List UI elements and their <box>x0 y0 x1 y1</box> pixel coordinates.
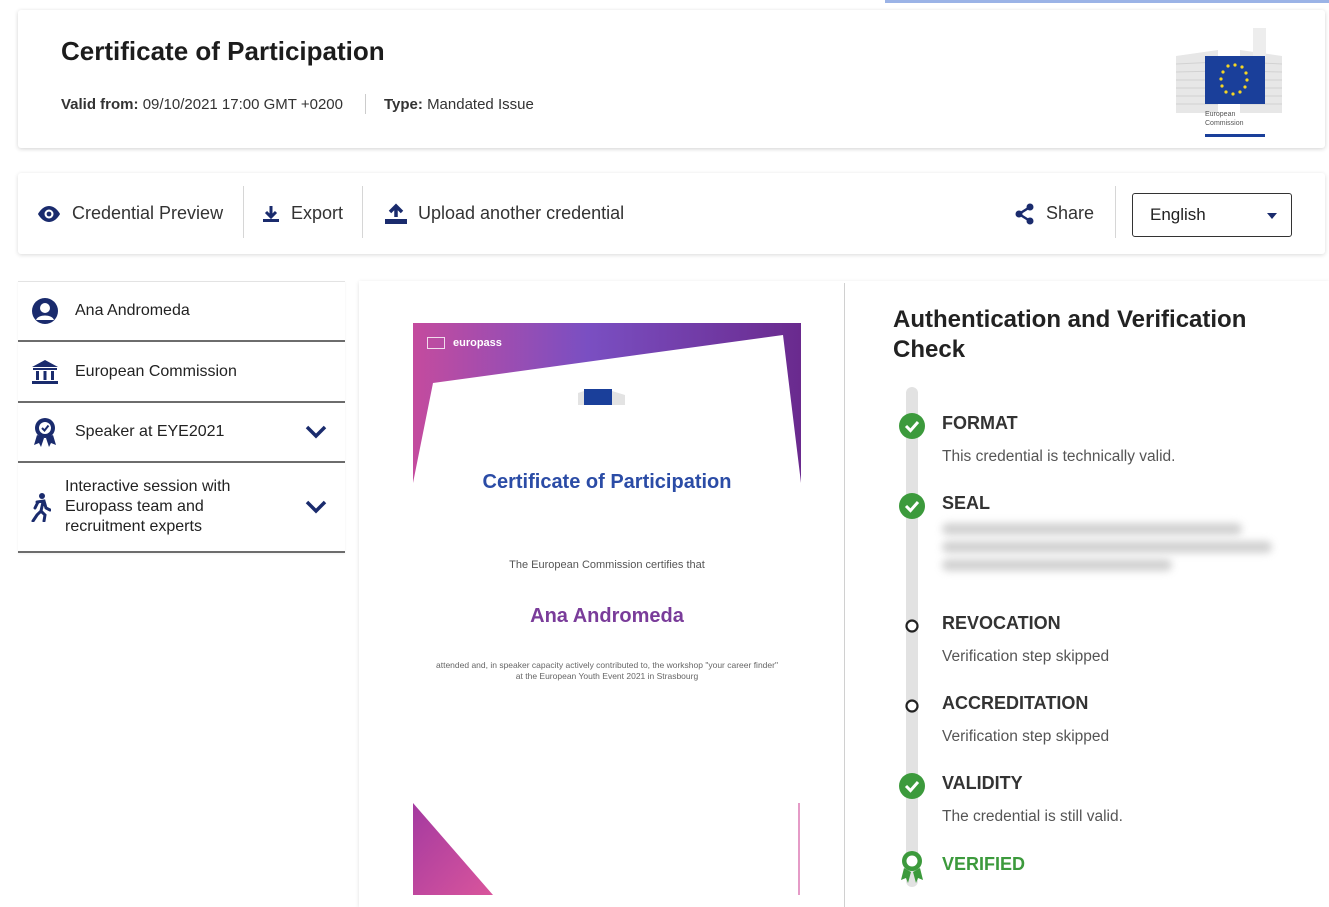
panel-divider <box>844 283 845 907</box>
export-label: Export <box>291 203 344 223</box>
share-icon <box>1015 203 1034 224</box>
certificate-preview: europass Certificate of Participation Th… <box>413 323 801 895</box>
check-circle-icon <box>895 771 929 801</box>
credential-sidebar: Ana Andromeda European Commission Speake… <box>18 281 345 553</box>
language-value: English <box>1150 205 1206 224</box>
sidebar-item-activity[interactable]: Interactive session with Europass team a… <box>18 463 345 553</box>
redacted-description <box>942 523 1277 577</box>
european-commission-logo: European Commission <box>1175 28 1283 137</box>
step-name: VALIDITY <box>942 773 1023 793</box>
step-name: VERIFIED <box>942 854 1026 874</box>
sidebar-item-owner[interactable]: Ana Andromeda <box>18 281 345 342</box>
meta-divider <box>364 94 366 114</box>
step-name: SEAL <box>942 493 991 513</box>
credential-meta: Valid from: 09/10/2021 17:00 GMT +0200 T… <box>61 94 534 114</box>
page-title: Certificate of Participation <box>61 36 385 66</box>
chevron-down-icon[interactable] <box>305 425 327 439</box>
sidebar-item-achievement[interactable]: Speaker at EYE2021 <box>18 403 345 463</box>
toolbar-divider <box>362 186 363 238</box>
logo-text-line-1: European <box>1205 111 1235 118</box>
toolbar: Credential Preview Export Upload another… <box>18 173 1325 254</box>
certificate-intro: The European Commission certifies that <box>509 559 705 571</box>
activity-icon <box>29 492 53 522</box>
eye-icon <box>38 205 60 222</box>
type-label: Type: <box>383 95 423 113</box>
credential-header: Certificate of Participation Valid from:… <box>18 10 1325 148</box>
check-circle-icon <box>895 411 929 441</box>
sidebar-item-label: Interactive session with Europass team a… <box>65 478 231 535</box>
verification-title: Authentication and Verification Check <box>893 306 1247 363</box>
europass-logo-icon <box>427 337 445 349</box>
person-icon <box>29 297 61 325</box>
type-value: Mandated Issue <box>427 95 534 113</box>
valid-from-label: Valid from: <box>61 95 139 113</box>
upload-icon <box>385 203 407 224</box>
award-icon <box>29 417 61 447</box>
certificate-title: Certificate of Participation <box>482 471 732 493</box>
step-description: Verification step skipped <box>942 648 1110 665</box>
sidebar-item-label: Speaker at EYE2021 <box>75 423 225 440</box>
top-accent-bar <box>885 0 1329 3</box>
upload-credential-button[interactable]: Upload another credential <box>384 173 624 254</box>
certificate-holder-name: Ana Andromeda <box>530 605 684 627</box>
step-description: This credential is technically valid. <box>942 448 1176 465</box>
institution-icon <box>29 359 61 385</box>
export-button[interactable]: Export <box>261 173 343 254</box>
open-circle-icon <box>895 611 929 641</box>
step-description: Verification step skipped <box>942 728 1110 745</box>
credential-preview-label: Credential Preview <box>72 203 224 223</box>
share-button[interactable]: Share <box>1014 173 1094 254</box>
credential-preview-button[interactable]: Credential Preview <box>36 173 223 254</box>
share-label: Share <box>1046 203 1095 223</box>
valid-from-value: 09/10/2021 17:00 GMT +0200 <box>142 95 343 113</box>
verified-badge-icon <box>895 851 929 883</box>
toolbar-divider <box>243 186 244 238</box>
open-circle-icon <box>895 691 929 721</box>
upload-credential-label: Upload another credential <box>418 203 625 223</box>
step-name: REVOCATION <box>942 613 1061 633</box>
logo-text-line-2: Commission <box>1205 120 1244 127</box>
sidebar-item-label: European Commission <box>75 362 237 380</box>
certificate-description: attended and, in speaker capacity active… <box>436 660 778 681</box>
step-name: FORMAT <box>942 413 1018 433</box>
step-description: The credential is still valid. <box>942 808 1123 825</box>
sidebar-item-issuer[interactable]: European Commission <box>18 342 345 403</box>
chevron-down-icon[interactable] <box>305 500 327 514</box>
toolbar-divider <box>1115 186 1116 238</box>
download-icon <box>263 205 279 222</box>
check-circle-icon <box>895 491 929 521</box>
step-name: ACCREDITATION <box>942 693 1089 713</box>
caret-down-icon <box>1267 213 1277 219</box>
language-select[interactable]: English <box>1132 193 1292 237</box>
certificate-brand: europass <box>453 337 502 349</box>
sidebar-item-label: Ana Andromeda <box>75 302 190 319</box>
